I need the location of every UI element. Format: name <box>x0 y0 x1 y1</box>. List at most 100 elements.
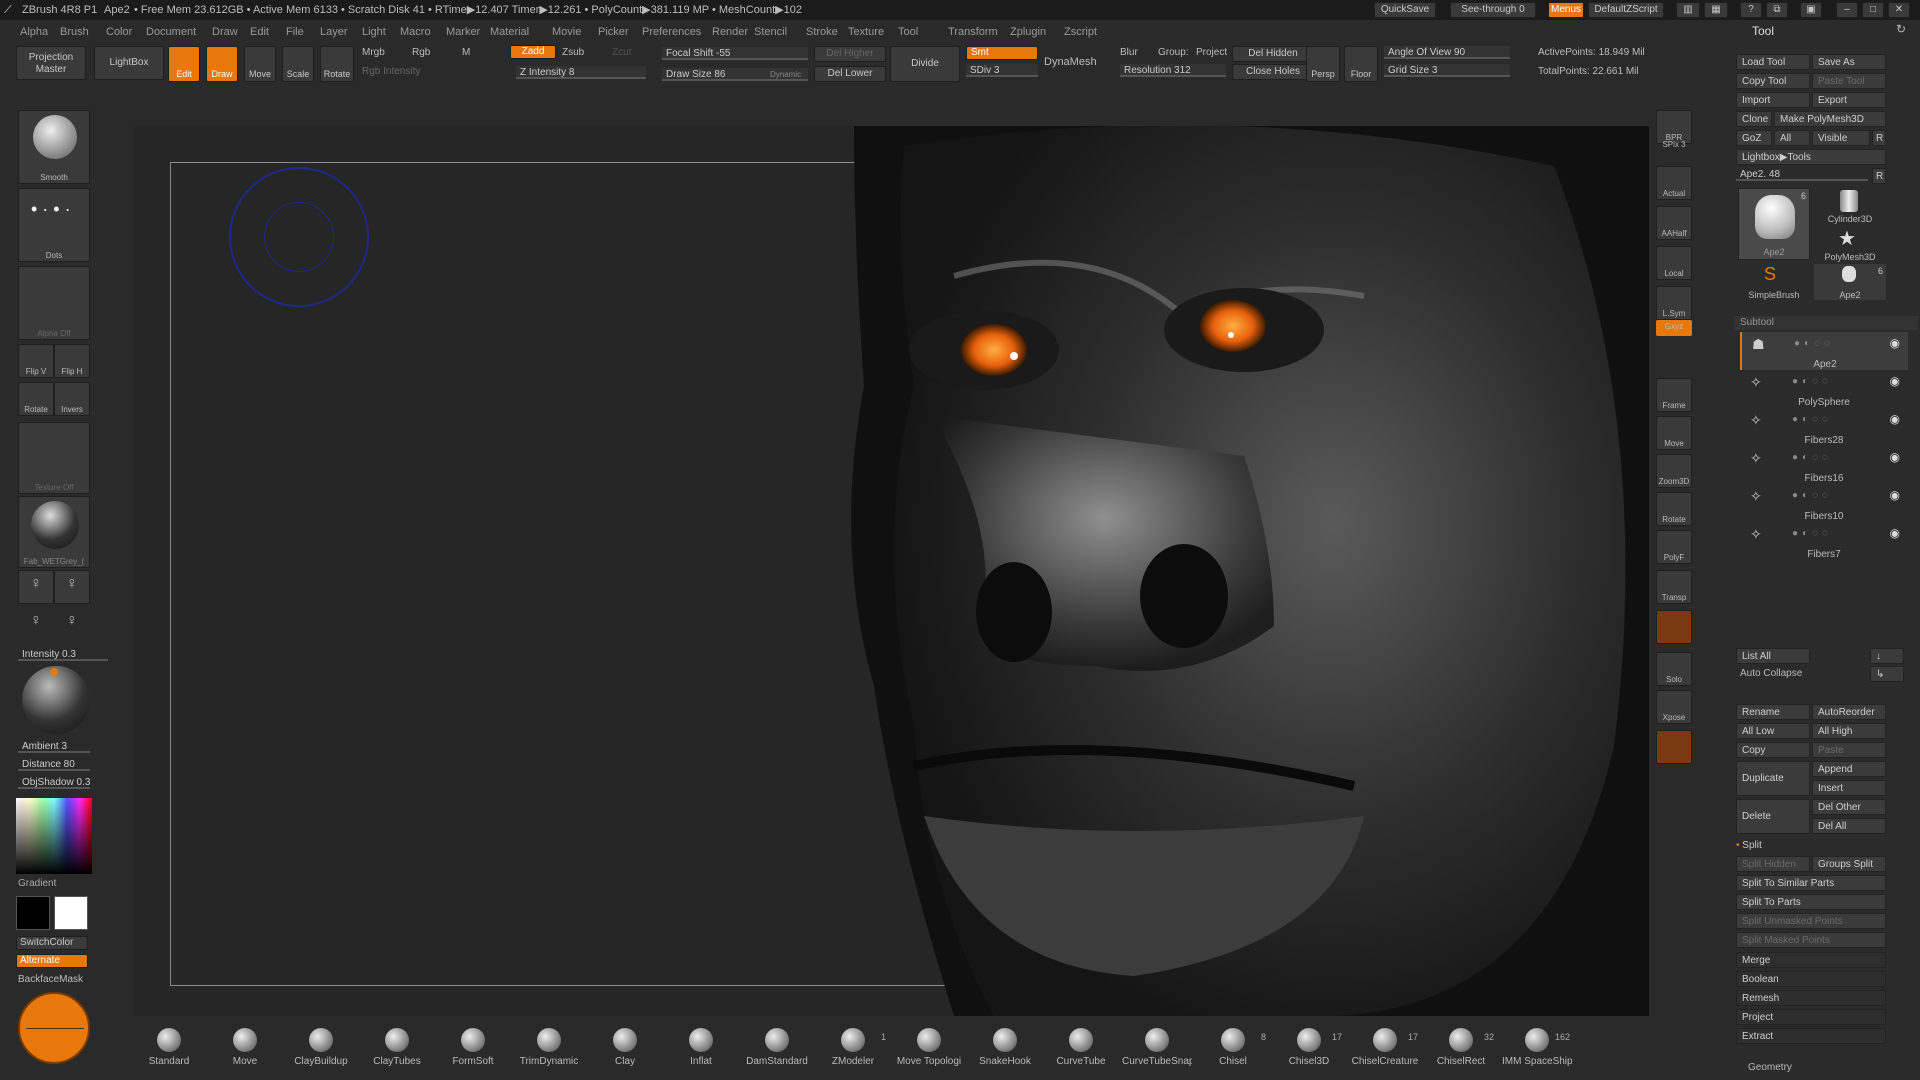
minimize-icon[interactable]: – <box>1836 2 1858 18</box>
color-picker[interactable] <box>16 798 92 874</box>
distance-slider[interactable]: Distance 80 <box>18 758 90 771</box>
menu-zscript[interactable]: Zscript <box>1064 22 1097 42</box>
flip-h-button[interactable]: Flip H <box>54 344 90 378</box>
menu-stroke[interactable]: Stroke <box>806 22 838 42</box>
menu-color[interactable]: Color <box>106 22 132 42</box>
project-section[interactable]: Project <box>1736 1009 1886 1025</box>
merge-section[interactable]: Merge <box>1736 952 1886 968</box>
zsub-toggle[interactable]: Zsub <box>562 47 584 58</box>
brush-zmodeler[interactable]: ZModeler 1 <box>818 1022 888 1080</box>
rotate-button[interactable]: Rotate <box>1656 492 1692 526</box>
projection-master-button[interactable]: Projection Master <box>16 46 86 80</box>
menu-file[interactable]: File <box>286 22 304 42</box>
scale-mode-button[interactable]: Scale <box>282 46 314 82</box>
material-selector[interactable]: Fab_WETGrey_( <box>18 496 90 568</box>
tool-thumb-simplebrush[interactable]: S SimpleBrush <box>1738 264 1810 300</box>
geometry-section[interactable]: Geometry <box>1748 1062 1792 1073</box>
menu-picker[interactable]: Picker <box>598 22 629 42</box>
visibility-eye-icon[interactable]: ◉ <box>1890 450 1900 464</box>
close-icon[interactable]: ✕ <box>1888 2 1910 18</box>
grid-size-slider[interactable]: Grid Size 3 <box>1384 64 1510 77</box>
subtool-row[interactable]: ✧ ●◐◌◌ ◉ Fibers16 <box>1740 446 1908 484</box>
actual-button[interactable]: Actual <box>1656 166 1692 200</box>
lightbox-button[interactable]: LightBox <box>94 46 164 80</box>
maximize-icon[interactable]: □ <box>1862 2 1884 18</box>
brush-chisel3d[interactable]: Chisel3D 17 <box>1274 1022 1344 1080</box>
groups-split-button[interactable]: Groups Split <box>1812 856 1886 872</box>
document-canvas[interactable] <box>134 126 1649 1016</box>
insert-button[interactable]: Insert <box>1812 780 1886 796</box>
primary-color-swatch[interactable] <box>54 896 88 930</box>
menu-draw[interactable]: Draw <box>212 22 238 42</box>
rgb-toggle[interactable]: Rgb <box>412 47 430 58</box>
xyz-button[interactable]: Gxyz <box>1656 320 1692 336</box>
alpha-selector[interactable]: Alpha Off <box>18 266 90 340</box>
brush-chiselrect[interactable]: ChiselRect 32 <box>1426 1022 1496 1080</box>
polyf-button[interactable]: PolyF <box>1656 530 1692 564</box>
help-icon[interactable]: ? <box>1740 2 1762 18</box>
lsym-button[interactable]: L.Sym <box>1656 286 1692 320</box>
duplicate-button[interactable]: Duplicate <box>1736 761 1810 796</box>
dynamic-toggle[interactable]: Dynamic <box>770 70 801 79</box>
split-hidden-button[interactable]: Split Hidden <box>1736 856 1810 872</box>
all-low-button[interactable]: All Low <box>1736 723 1810 739</box>
divide-button[interactable]: Divide <box>890 46 960 82</box>
groups-toggle[interactable]: Group: <box>1158 47 1189 58</box>
dynamesh-button[interactable]: DynaMesh <box>1044 56 1097 68</box>
gradient-toggle[interactable]: Gradient <box>18 878 96 892</box>
zcut-toggle[interactable]: Zcut <box>612 47 631 58</box>
brush-chiselcreature[interactable]: ChiselCreature 17 <box>1350 1022 1420 1080</box>
paste-tool-button[interactable]: Paste Tool <box>1812 73 1886 89</box>
all-high-button[interactable]: All High <box>1812 723 1886 739</box>
smt-toggle[interactable]: Smt <box>966 46 1038 60</box>
palette-refresh-icon[interactable]: ↻ <box>1896 22 1906 36</box>
quicksave-button[interactable]: QuickSave <box>1374 2 1436 18</box>
z-intensity-slider[interactable]: Z Intensity 8 <box>516 66 646 79</box>
tool-thumb-ape2-small[interactable]: 6 Ape2 <box>1814 264 1886 300</box>
split-unmasked-button[interactable]: Split Unmasked Points <box>1736 913 1886 929</box>
backfacemask-toggle[interactable]: BackfaceMask <box>18 974 83 985</box>
brush-clay[interactable]: Clay <box>590 1022 660 1080</box>
make-polymesh-button[interactable]: Make PolyMesh3D <box>1774 111 1886 127</box>
menu-document[interactable]: Document <box>146 22 196 42</box>
menu-tool[interactable]: Tool <box>898 22 918 42</box>
move-down-icon[interactable]: ↓ <box>1870 648 1904 664</box>
menu-render[interactable]: Render <box>712 22 748 42</box>
brush-claybuildup[interactable]: ClayBuildup <box>286 1022 356 1080</box>
visibility-eye-icon[interactable]: ◉ <box>1890 336 1900 350</box>
auto-collapse-toggle[interactable]: Auto Collapse <box>1740 668 1802 679</box>
material-swatch-2[interactable] <box>1656 730 1692 764</box>
brush-move-topologi[interactable]: Move Topologi <box>894 1022 964 1080</box>
layout-icon[interactable]: ▥ <box>1676 2 1700 18</box>
menu-material[interactable]: Material <box>490 22 529 42</box>
save-as-button[interactable]: Save As <box>1812 54 1886 70</box>
switchcolor-button[interactable]: SwitchColor <box>16 936 88 950</box>
focal-shift-slider[interactable]: Focal Shift -55 <box>662 47 808 60</box>
menu-transform[interactable]: Transform <box>948 22 998 42</box>
close-holes-button[interactable]: Close Holes <box>1232 64 1314 80</box>
light-intensity-slider[interactable]: Intensity 0.3 <box>18 648 108 661</box>
ambient-slider[interactable]: Ambient 3 <box>18 740 90 753</box>
goz-button[interactable]: GoZ <box>1736 130 1772 146</box>
menu-edit[interactable]: Edit <box>250 22 269 42</box>
brush-inflat[interactable]: Inflat <box>666 1022 736 1080</box>
edit-mode-button[interactable]: Edit <box>168 46 200 82</box>
del-lower-button[interactable]: Del Lower <box>814 66 886 82</box>
alternate-toggle[interactable]: Alternate <box>16 954 88 968</box>
lightbox-tools-button[interactable]: Lightbox▶Tools <box>1736 149 1886 165</box>
palette-icon[interactable]: ▦ <box>1704 2 1728 18</box>
subtool-toggles[interactable]: ●◐◌◌ <box>1792 490 1832 501</box>
aahalf-button[interactable]: AAHalf <box>1656 206 1692 240</box>
brush-imm-spaceship[interactable]: IMM SpaceShip 162 <box>1502 1022 1572 1080</box>
goz-r-button[interactable]: R <box>1872 130 1886 146</box>
xpose-button[interactable]: Xpose <box>1656 690 1692 724</box>
brush-claytubes[interactable]: ClayTubes <box>362 1022 432 1080</box>
brush-snakehook[interactable]: SnakeHook <box>970 1022 1040 1080</box>
brush-damstandard[interactable]: DamStandard <box>742 1022 812 1080</box>
persp-button[interactable]: Persp <box>1306 46 1340 82</box>
goz-visible-button[interactable]: Visible <box>1812 130 1870 146</box>
move-mode-button[interactable]: Move <box>244 46 276 82</box>
split-masked-button[interactable]: Split Masked Points <box>1736 932 1886 948</box>
local-button[interactable]: Local <box>1656 246 1692 280</box>
import-button[interactable]: Import <box>1736 92 1810 108</box>
